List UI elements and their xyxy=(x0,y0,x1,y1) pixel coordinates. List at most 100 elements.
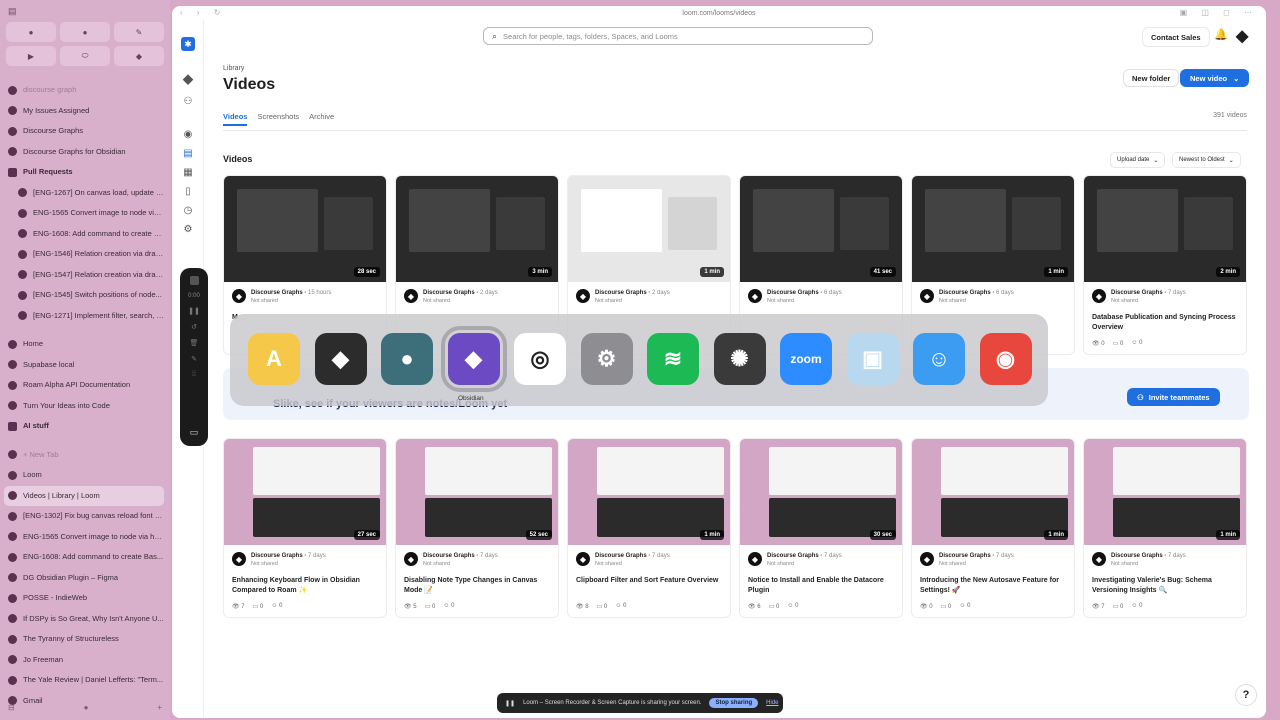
video-thumbnail[interactable]: 41 sec xyxy=(740,176,902,282)
sidebar-tab[interactable]: ENG-1565 Convert image to node via ho... xyxy=(4,527,164,548)
stop-recording-icon[interactable] xyxy=(189,276,199,285)
sidebar-tab[interactable]: ENG-1565 Convert image to node via... xyxy=(4,203,164,224)
loom-brand-icon[interactable]: ◆ xyxy=(1236,26,1248,46)
obsidian-app-icon[interactable]: ◆ xyxy=(440,326,507,392)
video-thumbnail[interactable]: 3 min xyxy=(396,176,558,282)
pinned-tab[interactable]: ● xyxy=(6,22,56,42)
video-card[interactable]: 2 min ◆ Discourse Graphs · 7 days Not share… xyxy=(1083,175,1247,355)
sidebar-tab[interactable]: Discourse Graphs xyxy=(4,121,164,142)
sidebar-tab[interactable]: DG Obsidian Plugin – Figma xyxy=(4,568,164,589)
video-thumbnail[interactable]: 52 sec xyxy=(396,439,558,545)
stop-sharing-button[interactable]: Stop sharing xyxy=(709,698,759,708)
video-title[interactable]: Disabling Note Type Changes in Canvas Mo… xyxy=(404,576,554,596)
sidebar-tab[interactable]: Turn Your Ideas into Code xyxy=(4,396,164,417)
aperture-app-icon[interactable]: ◎ xyxy=(514,333,566,385)
pinned-tab[interactable]: ● xyxy=(60,22,110,42)
draw-icon[interactable]: ✎ xyxy=(191,355,197,363)
sidebar-folder[interactable]: AI stuff xyxy=(4,416,164,437)
video-thumbnail[interactable]: 28 sec xyxy=(224,176,386,282)
library-icon[interactable]: ▤ xyxy=(181,147,195,161)
sidebar-tab[interactable]: The Yale Review | Daniel Lefferts: "Term… xyxy=(4,670,164,691)
sidebar-toggle-icon[interactable]: ▤ xyxy=(8,6,17,17)
history-icon[interactable]: ◷ xyxy=(181,204,195,218)
sidebar-tab[interactable]: Loom xyxy=(4,465,164,486)
claude-app-icon[interactable]: ✺ xyxy=(713,333,766,385)
breadcrumb[interactable]: Library xyxy=(223,65,244,72)
contact-sales-button[interactable]: Contact Sales xyxy=(1142,27,1210,47)
arc-app-icon[interactable]: A xyxy=(248,333,300,385)
url-text[interactable]: loom.com/looms/videos xyxy=(682,10,755,17)
video-thumbnail[interactable]: 1 min xyxy=(912,176,1074,282)
sidebar-tab[interactable]: My Issues Assigned xyxy=(4,101,164,122)
sidebar-tab[interactable]: Jo Freeman xyxy=(4,650,164,671)
video-card[interactable]: 27 sec ◆ Discourse Graphs · 7 days Not shar… xyxy=(223,438,387,618)
video-title[interactable]: Enhancing Keyboard Flow in Obsidian Comp… xyxy=(232,576,382,596)
video-card[interactable]: 52 sec ◆ Discourse Graphs · 7 days Not shar… xyxy=(395,438,559,618)
settings-icon[interactable]: ⚙ xyxy=(181,223,195,237)
sidebar-tab[interactable]: If DSPy is So Great, Why Isn't Anyone U.… xyxy=(4,609,164,630)
new-folder-button[interactable]: New folder xyxy=(1123,69,1180,87)
help-button[interactable]: ? xyxy=(1235,684,1257,706)
calendar-icon[interactable]: ▦ xyxy=(181,166,195,180)
video-thumbnail[interactable]: 30 sec xyxy=(740,439,902,545)
sort-order-dropdown[interactable]: Newest to Oldest ⌄ xyxy=(1172,152,1241,168)
chrome-app-icon[interactable]: ◉ xyxy=(979,333,1032,385)
sidebar-folder[interactable]: Pull Requests xyxy=(4,162,164,183)
nav-arrows-icon[interactable]: ‹ › ↻ xyxy=(180,8,226,17)
sidebar-tab[interactable]: POSSE - IndieWeb xyxy=(4,588,164,609)
sidebar-tab[interactable]: ENG-1608: Add command to create B... xyxy=(4,224,164,245)
video-title[interactable]: Clipboard Filter and Sort Feature Overvi… xyxy=(576,576,726,586)
space-dot-icon[interactable]: ● xyxy=(84,703,89,712)
bell-icon[interactable]: 🔔 xyxy=(1214,28,1228,41)
add-member-icon[interactable]: ⚇ xyxy=(181,95,195,109)
pause-icon[interactable]: ❚❚ xyxy=(188,307,200,315)
video-card[interactable]: 1 min ◆ Discourse Graphs · 7 days Not share… xyxy=(1083,438,1247,618)
sidebar-tab[interactable]: Roam Alpha API Documentation xyxy=(4,375,164,396)
loom-app-icon[interactable]: ● xyxy=(381,333,433,385)
sidebar-tab[interactable]: Videos | Library | Loom xyxy=(4,485,164,506)
sidebar-tab[interactable]: + New Tab xyxy=(4,445,164,466)
tab-screenshots[interactable]: Screenshots xyxy=(257,112,299,126)
url-bar[interactable]: ‹ › ↻ loom.com/looms/videos ▣ ◫ ◻ ⋯ xyxy=(172,6,1266,20)
delete-icon[interactable]: 🗑 xyxy=(190,339,199,347)
sidebar-tab[interactable]: The Tyranny of Structureless xyxy=(4,629,164,650)
restart-icon[interactable]: ↺ xyxy=(191,323,197,331)
video-title[interactable]: Notice to Install and Enable the Datacor… xyxy=(748,576,898,596)
sort-field-dropdown[interactable]: Upload date ⌄ xyxy=(1110,152,1166,168)
video-thumbnail[interactable]: 1 min xyxy=(568,176,730,282)
sidebar-tab[interactable]: [ENG-1267] On canvas load, update k... xyxy=(4,183,164,204)
zoom-app-icon[interactable]: zoom xyxy=(780,333,832,385)
sidebar-tab[interactable]: ENG-1608: Add command to create Bas... xyxy=(4,547,164,568)
video-title[interactable]: Introducing the New Autosave Feature for… xyxy=(920,576,1070,596)
sidebar-tab[interactable]: [ENG-1545] Switch positions of node... xyxy=(4,285,164,306)
pinned-tab[interactable]: ◆ xyxy=(114,46,164,66)
video-thumbnail[interactable]: 1 min xyxy=(568,439,730,545)
toolbar-icons[interactable]: ▣ ◫ ◻ ⋯ xyxy=(1180,8,1258,17)
video-card[interactable]: 30 sec ◆ Discourse Graphs · 7 days Not shar… xyxy=(739,438,903,618)
new-video-button[interactable]: New video ⌄ xyxy=(1180,69,1250,87)
library-icon[interactable]: ⊟ xyxy=(8,703,15,712)
tab-archive[interactable]: Archive xyxy=(309,112,334,126)
video-card[interactable]: 1 min ◆ Discourse Graphs · 7 days Not share… xyxy=(911,438,1075,618)
sidebar-tab[interactable]: [ENG-1547] Relation creation via drag... xyxy=(4,265,164,286)
sidebar-tab[interactable]: [ENG-1271] Implement filter, search, s..… xyxy=(4,306,164,327)
add-space-icon[interactable]: + xyxy=(157,703,162,712)
search-input[interactable]: ⌕ Search for people, tags, folders, Spac… xyxy=(483,27,873,45)
video-title[interactable]: Database Publication and Syncing Process… xyxy=(1092,313,1242,333)
system-settings-app-icon[interactable]: ⚙ xyxy=(580,333,633,385)
video-thumbnail[interactable]: 1 min xyxy=(1084,439,1246,545)
pinned-tab[interactable]: ⬭ xyxy=(60,46,110,66)
preview-app-icon[interactable]: ▣ xyxy=(846,333,899,385)
workspace-logo-icon[interactable]: ✱ xyxy=(181,37,195,51)
sidebar-tab[interactable]: Supabase local xyxy=(4,355,164,376)
cube-app-icon[interactable]: ◆ xyxy=(314,333,367,385)
video-card[interactable]: 1 min ◆ Discourse Graphs · 7 days Not share… xyxy=(567,438,731,618)
video-thumbnail[interactable]: 27 sec xyxy=(224,439,386,545)
finder-app-icon[interactable]: ☺ xyxy=(913,333,965,385)
hide-share-bar-link[interactable]: Hide xyxy=(766,700,778,706)
sidebar-tab[interactable]: Home xyxy=(4,334,164,355)
sidebar-tab[interactable]: [ENG-1302] Fix bug canvas reload font s.… xyxy=(4,506,164,527)
drag-handle-icon[interactable]: ⁞⁞ xyxy=(192,371,196,378)
camera-icon[interactable]: ▭ xyxy=(190,427,199,438)
video-title[interactable]: Investigating Valerie's Bug: Schema Vers… xyxy=(1092,576,1242,596)
